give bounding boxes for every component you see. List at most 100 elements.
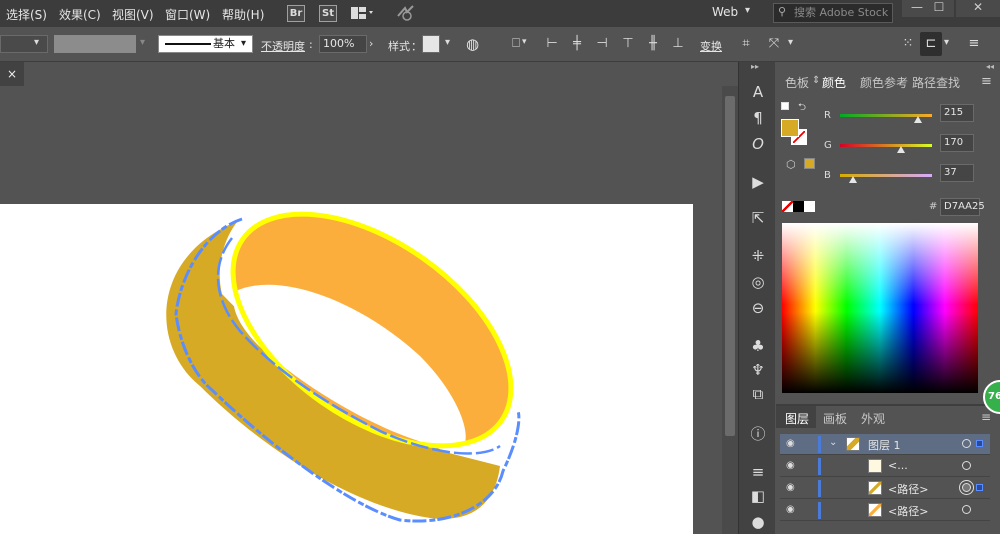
export-icon[interactable]: ⇱	[748, 208, 768, 228]
stock-search-input[interactable]: 搜索 Adobe Stock	[773, 3, 893, 23]
red-slider-thumb[interactable]	[913, 116, 922, 123]
opacity-label[interactable]: 不透明度	[261, 38, 305, 54]
links-icon[interactable]: ⊖	[748, 298, 768, 318]
menu-view[interactable]: 视图(V)	[112, 6, 154, 23]
blue-value-input[interactable]: 37	[940, 164, 974, 182]
panel-menu-icon[interactable]: ≡	[981, 74, 992, 89]
align-right-icon[interactable]: ⊣	[594, 36, 610, 52]
graphic-style-swatch[interactable]	[422, 35, 440, 53]
none-color-swatch[interactable]	[782, 201, 793, 212]
stock-icon[interactable]: St	[319, 5, 337, 22]
fill-dropdown[interactable]	[0, 35, 48, 53]
menu-effect[interactable]: 效果(C)	[59, 6, 101, 23]
stroke-panel-icon[interactable]: ≡	[748, 462, 768, 482]
chevron-down-icon[interactable]: ▾	[445, 37, 450, 48]
menu-help[interactable]: 帮助(H)	[222, 6, 264, 23]
layer-row[interactable]: ◉ ⌄ 图层 1	[780, 434, 990, 455]
scrollbar-thumb[interactable]	[725, 96, 735, 436]
chevron-down-icon[interactable]: ▾	[944, 37, 949, 48]
align-left-icon[interactable]: ⊢	[544, 36, 560, 52]
white-swatch[interactable]	[804, 201, 815, 212]
opacity-input[interactable]: 100%	[319, 35, 367, 53]
isolate-icon[interactable]: ⌗	[738, 36, 754, 52]
blue-slider-thumb[interactable]	[849, 176, 858, 183]
red-value-input[interactable]: 215	[940, 104, 974, 122]
target-circle-icon[interactable]	[962, 439, 971, 448]
fill-swatch[interactable]	[781, 119, 799, 137]
align-horizontal-center-icon[interactable]: ╪	[569, 36, 585, 52]
selection-indicator[interactable]	[976, 440, 983, 447]
tab-artboards[interactable]: 画板	[823, 410, 847, 427]
opentype-icon[interactable]: O	[748, 134, 768, 154]
layer-name[interactable]: <路径>	[888, 503, 928, 519]
cc-libraries-icon[interactable]: ◎	[748, 272, 768, 292]
layer-row[interactable]: ◉ <路径>	[780, 478, 990, 499]
paragraph-icon[interactable]: ¶	[748, 108, 768, 128]
ring-artwork[interactable]	[0, 86, 722, 534]
web-safe-swatch[interactable]	[804, 158, 815, 169]
layer-row[interactable]: ◉ <...	[780, 456, 990, 477]
panel-menu-icon[interactable]: ≡	[981, 410, 991, 424]
menu-select[interactable]: 选择(S)	[6, 6, 47, 23]
color-spectrum[interactable]	[782, 223, 978, 393]
tab-color-guide[interactable]: 颜色参考	[860, 74, 908, 91]
collapse-arrows-icon[interactable]: ▸▸	[751, 62, 759, 71]
tab-swatches[interactable]: 色板	[785, 74, 809, 91]
visibility-eye-icon[interactable]: ◉	[786, 438, 795, 449]
actions-play-icon[interactable]: ▶	[748, 172, 768, 192]
appearance-icon[interactable]: ●	[748, 512, 768, 532]
vertical-scrollbar[interactable]	[722, 86, 738, 534]
tab-color[interactable]: 颜色	[822, 74, 846, 91]
visibility-eye-icon[interactable]: ◉	[786, 504, 795, 515]
arrange-documents-icon[interactable]	[350, 6, 374, 20]
chevron-down-icon[interactable]: ⌄	[829, 437, 837, 448]
green-slider-thumb[interactable]	[897, 146, 906, 153]
chevron-down-icon[interactable]: ▾	[745, 5, 750, 16]
stroke-profile-dropdown[interactable]: 基本 ▾	[158, 35, 253, 53]
workspace-switcher[interactable]: Web	[712, 5, 738, 19]
align-bottom-icon[interactable]: ⊥	[670, 36, 686, 52]
canvas-area[interactable]	[0, 86, 722, 534]
close-button[interactable]: ✕	[956, 0, 1000, 17]
tab-pathfinder[interactable]: 路径查找	[912, 74, 960, 91]
layer-name[interactable]: <...	[888, 459, 908, 472]
align-vertical-center-icon[interactable]: ╫	[645, 36, 661, 52]
visibility-eye-icon[interactable]: ◉	[786, 460, 795, 471]
bridge-icon[interactable]: Br	[287, 5, 305, 22]
document-setup-icon[interactable]: ⊏	[923, 36, 939, 52]
green-slider[interactable]	[840, 144, 932, 147]
default-colors-icon[interactable]	[781, 102, 789, 110]
green-value-input[interactable]: 170	[940, 134, 974, 152]
tab-stepper-icon[interactable]: ⇕	[812, 75, 820, 86]
grid-icon[interactable]: ⁙	[900, 36, 916, 52]
align-top-icon[interactable]: ⊤	[620, 36, 636, 52]
chevron-down-icon[interactable]: ▾	[788, 37, 793, 48]
symbols-icon[interactable]: ♣	[748, 336, 768, 356]
brushes-icon[interactable]: ♆	[748, 360, 768, 380]
layer-name[interactable]: 图层 1	[868, 437, 901, 453]
transform-link[interactable]: 变换	[700, 38, 722, 54]
gpu-performance-icon[interactable]	[396, 4, 416, 22]
black-swatch[interactable]	[793, 201, 804, 212]
chevron-right-icon[interactable]: ›	[369, 35, 381, 53]
visibility-eye-icon[interactable]: ◉	[786, 482, 795, 493]
transform-panel-icon[interactable]: ⁜	[748, 246, 768, 266]
maximize-button[interactable]: ☐	[924, 0, 954, 17]
tab-appearance[interactable]: 外观	[861, 410, 885, 427]
info-icon[interactable]: ⓘ	[748, 424, 768, 444]
tab-layers[interactable]: 图层	[785, 410, 809, 427]
list-menu-icon[interactable]: ≡	[966, 36, 982, 52]
recolor-artwork-icon[interactable]: ◍	[466, 35, 479, 53]
layer-row[interactable]: ◉ <路径>	[780, 500, 990, 521]
target-circle-icon[interactable]	[962, 461, 971, 470]
selection-indicator[interactable]	[976, 484, 983, 491]
character-icon[interactable]: A	[748, 82, 768, 102]
target-circle-icon[interactable]	[962, 483, 971, 492]
out-of-gamut-icon[interactable]: ⬡	[786, 158, 796, 171]
hex-value-input[interactable]: D7AA25	[940, 198, 985, 216]
asset-export-icon[interactable]: ⧉	[748, 384, 768, 404]
menu-window[interactable]: 窗口(W)	[165, 6, 210, 23]
puppet-warp-icon[interactable]: ⤧	[766, 36, 782, 52]
target-circle-icon[interactable]	[962, 505, 971, 514]
stroke-weight-field[interactable]	[54, 35, 136, 53]
